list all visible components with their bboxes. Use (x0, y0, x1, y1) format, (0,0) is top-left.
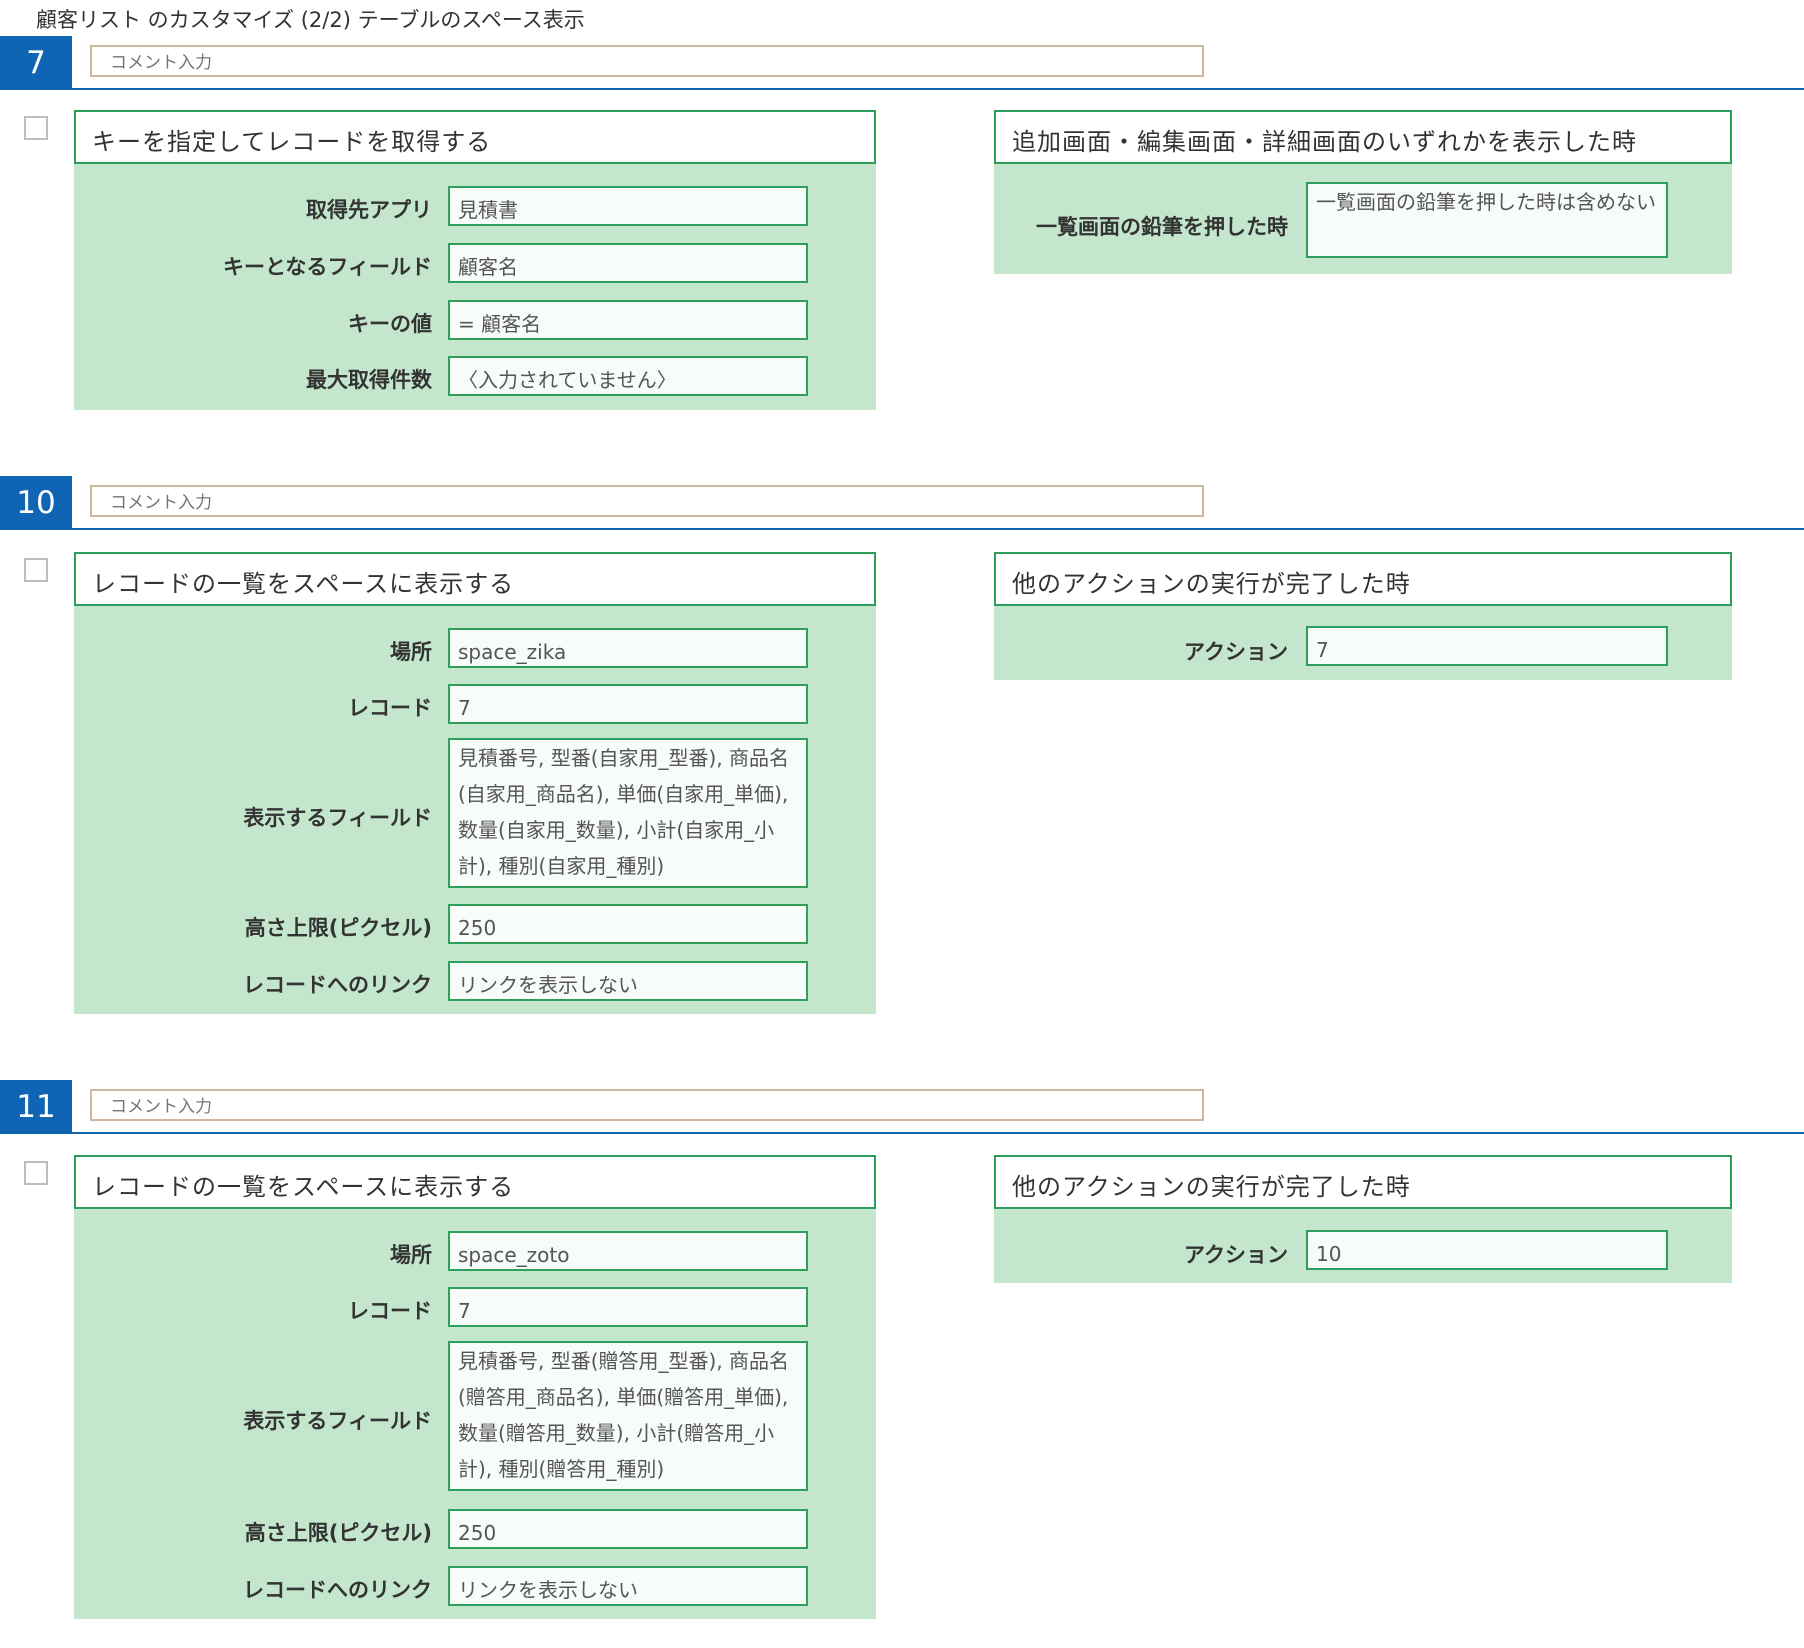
comment-input[interactable] (90, 1089, 1204, 1121)
field-label: 高さ上限(ピクセル) (244, 916, 432, 940)
section-divider (72, 528, 1804, 530)
section-header-11: 11 (0, 1080, 1804, 1134)
field-label: 一覧画面の鉛筆を押した時 (1036, 215, 1288, 239)
field-label: 表示するフィールド (243, 806, 432, 830)
field-value[interactable]: 10 (1306, 1230, 1668, 1270)
field-value[interactable]: 見積書 (448, 186, 808, 226)
comment-input[interactable] (90, 45, 1204, 77)
field-label: レコード (348, 696, 432, 720)
section-divider (72, 88, 1804, 90)
select-checkbox[interactable] (24, 1161, 48, 1185)
action-title[interactable]: レコードの一覧をスペースに表示する (74, 1155, 876, 1209)
field-label: キーとなるフィールド (223, 255, 432, 279)
field-value[interactable]: 250 (448, 904, 808, 944)
trigger-panel: 追加画面・編集画面・詳細画面のいずれかを表示した時 一覧画面の鉛筆を押した時 一… (994, 110, 1732, 274)
section-divider (72, 1132, 1804, 1134)
comment-input[interactable] (90, 485, 1204, 517)
field-value[interactable]: 〈入力されていません〉 (448, 356, 808, 396)
field-value[interactable]: 顧客名 (448, 243, 808, 283)
field-value[interactable]: 7 (448, 684, 808, 724)
field-label: 最大取得件数 (306, 368, 432, 392)
field-label: 場所 (390, 640, 432, 664)
field-value[interactable]: 250 (448, 1509, 808, 1549)
field-value[interactable]: 見積番号, 型番(贈答用_型番), 商品名(贈答用_商品名), 単価(贈答用_単… (448, 1341, 808, 1491)
trigger-title[interactable]: 他のアクションの実行が完了した時 (994, 552, 1732, 606)
field-value[interactable]: 見積番号, 型番(自家用_型番), 商品名(自家用_商品名), 単価(自家用_単… (448, 738, 808, 888)
field-label: 取得先アプリ (306, 198, 432, 222)
trigger-title[interactable]: 追加画面・編集画面・詳細画面のいずれかを表示した時 (994, 110, 1732, 164)
section-number: 11 (0, 1080, 72, 1134)
section-number: 10 (0, 476, 72, 530)
field-value[interactable]: 7 (448, 1287, 808, 1327)
field-label: 場所 (390, 1243, 432, 1267)
section-header-7: 7 (0, 36, 1804, 90)
trigger-title[interactable]: 他のアクションの実行が完了した時 (994, 1155, 1732, 1209)
action-title[interactable]: キーを指定してレコードを取得する (74, 110, 876, 164)
action-title[interactable]: レコードの一覧をスペースに表示する (74, 552, 876, 606)
field-label: キーの値 (348, 312, 432, 336)
field-value[interactable]: space_zoto (448, 1231, 808, 1271)
trigger-panel: 他のアクションの実行が完了した時 アクション 7 (994, 552, 1732, 680)
select-checkbox[interactable] (24, 116, 48, 140)
field-label: レコードへのリンク (243, 973, 432, 997)
action-panel: レコードの一覧をスペースに表示する 場所 space_zoto レコード 7 表… (74, 1155, 876, 1619)
section-number: 7 (0, 36, 72, 90)
section-header-10: 10 (0, 476, 1804, 530)
action-panel: キーを指定してレコードを取得する 取得先アプリ 見積書 キーとなるフィールド 顧… (74, 110, 876, 410)
action-panel: レコードの一覧をスペースに表示する 場所 space_zika レコード 7 表… (74, 552, 876, 1014)
select-checkbox[interactable] (24, 558, 48, 582)
trigger-panel: 他のアクションの実行が完了した時 アクション 10 (994, 1155, 1732, 1283)
field-label: アクション (1184, 1243, 1288, 1267)
field-label: 高さ上限(ピクセル) (244, 1521, 432, 1545)
field-value[interactable]: 一覧画面の鉛筆を押した時は含めない (1306, 182, 1668, 258)
field-value[interactable]: space_zika (448, 628, 808, 668)
field-value[interactable]: リンクを表示しない (448, 961, 808, 1001)
field-label: レコードへのリンク (243, 1578, 432, 1602)
field-value[interactable]: リンクを表示しない (448, 1566, 808, 1606)
field-label: 表示するフィールド (243, 1409, 432, 1433)
field-value[interactable]: = 顧客名 (448, 300, 808, 340)
field-label: レコード (348, 1299, 432, 1323)
page-title: 顧客リスト のカスタマイズ (2/2) テーブルのスペース表示 (36, 8, 585, 32)
field-label: アクション (1184, 640, 1288, 664)
field-value[interactable]: 7 (1306, 626, 1668, 666)
